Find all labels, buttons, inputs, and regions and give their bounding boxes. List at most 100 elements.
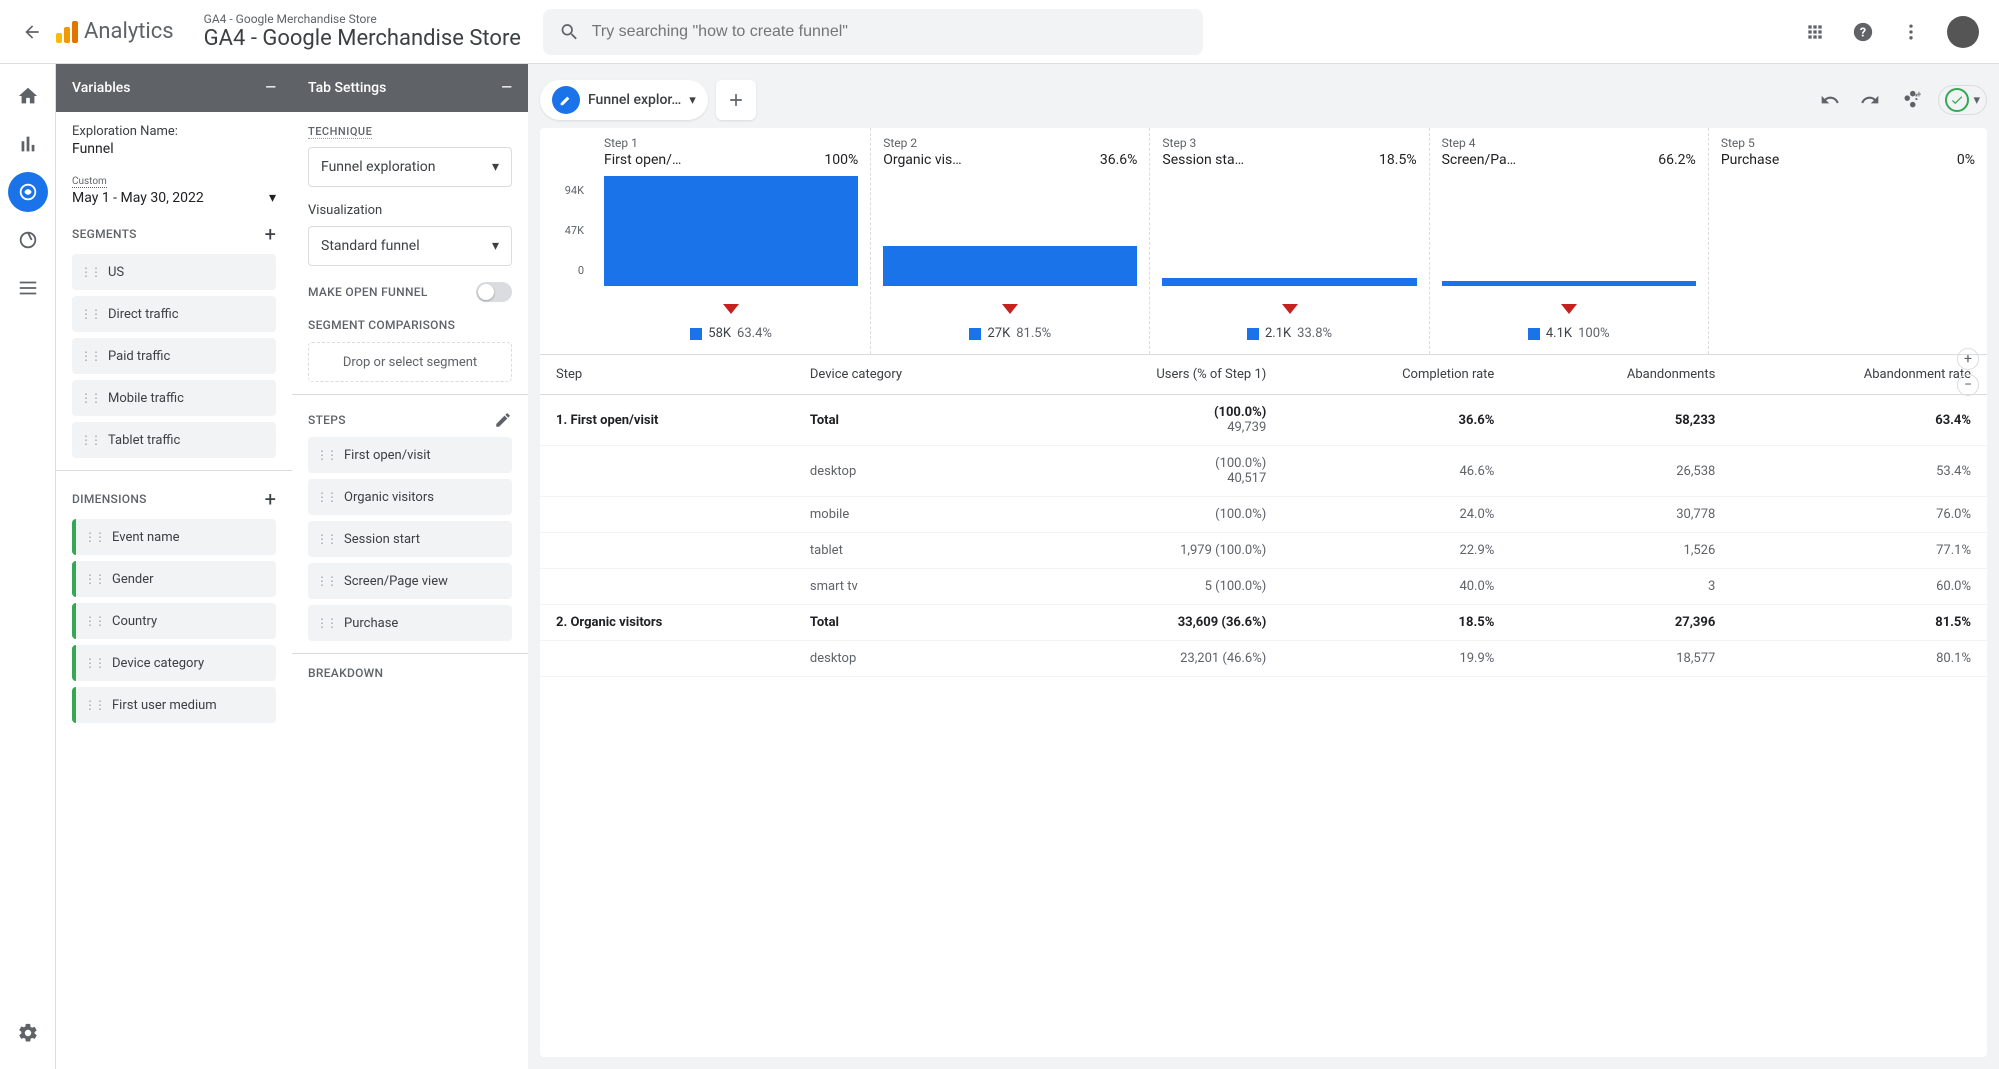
- chevron-down-icon: ▾: [492, 159, 499, 175]
- dimension-pill[interactable]: ⋮⋮Country: [72, 603, 276, 639]
- exploration-name-value[interactable]: Funnel: [72, 141, 276, 157]
- funnel-chart: 94K 47K 0 Step 1First open/…100%58K63.4%…: [540, 128, 1987, 355]
- cell-step: 1. First open/visit: [540, 395, 794, 446]
- collapse-variables-icon[interactable]: —: [265, 80, 276, 96]
- drag-handle-icon: ⋮⋮: [316, 574, 336, 588]
- step-name: Organic vis…: [883, 152, 961, 168]
- nav-explore[interactable]: [8, 172, 48, 212]
- drag-handle-icon: ⋮⋮: [80, 391, 100, 405]
- segment-pill[interactable]: ⋮⋮Paid traffic: [72, 338, 276, 374]
- nav-advertising[interactable]: [8, 220, 48, 260]
- drop-pct: 33.8%: [1297, 326, 1332, 341]
- drop-arrow-icon: [604, 292, 858, 320]
- series-color-icon: [1247, 328, 1259, 340]
- table-row: mobile(100.0%)24.0%30,77876.0%: [540, 497, 1987, 533]
- drop-arrow-icon: [1162, 292, 1416, 320]
- segment-dropzone[interactable]: Drop or select segment: [308, 342, 512, 382]
- drag-handle-icon: ⋮⋮: [80, 307, 100, 321]
- y-axis: 94K 47K 0: [540, 128, 592, 354]
- step-pill[interactable]: ⋮⋮Organic visitors: [308, 479, 512, 515]
- cell-abandonments: 3: [1510, 569, 1731, 605]
- dimension-pill[interactable]: ⋮⋮Gender: [72, 561, 276, 597]
- dimension-pill[interactable]: ⋮⋮Event name: [72, 519, 276, 555]
- cell-category: Total: [794, 605, 1022, 641]
- drop-count: 2.1K: [1265, 326, 1291, 341]
- apps-icon[interactable]: [1803, 20, 1827, 44]
- visualization-label: Visualization: [308, 203, 512, 218]
- add-segment-button[interactable]: +: [265, 222, 276, 246]
- more-menu-icon[interactable]: [1899, 20, 1923, 44]
- back-button[interactable]: [20, 20, 44, 44]
- property-name: GA4 - Google Merchandise Store: [204, 26, 521, 51]
- search-icon: [559, 21, 580, 43]
- drop-count: 58K: [708, 326, 731, 341]
- drop-pct: 81.5%: [1016, 326, 1051, 341]
- tab-dropdown-icon[interactable]: ▾: [689, 93, 696, 108]
- dimension-pill[interactable]: ⋮⋮Device category: [72, 645, 276, 681]
- table-row: tablet1,979 (100.0%)22.9%1,52677.1%: [540, 533, 1987, 569]
- redo-button[interactable]: [1858, 88, 1882, 112]
- step-label: Organic visitors: [344, 490, 434, 505]
- share-button[interactable]: +: [1898, 88, 1922, 112]
- funnel-step-column: Step 3Session sta…18.5%2.1K33.8%: [1149, 128, 1428, 354]
- search-box[interactable]: [543, 9, 1203, 55]
- collapse-tab-settings-icon[interactable]: —: [501, 80, 512, 96]
- help-icon[interactable]: ?: [1851, 20, 1875, 44]
- cell-abandonment-rate: 81.5%: [1731, 605, 1987, 641]
- segment-pill[interactable]: ⋮⋮Tablet traffic: [72, 422, 276, 458]
- nav-configure[interactable]: [8, 268, 48, 308]
- visualization-select[interactable]: Standard funnel ▾: [308, 226, 512, 266]
- cell-users: (100.0%)40,517: [1022, 446, 1283, 497]
- cell-category: desktop: [794, 641, 1022, 677]
- property-selector[interactable]: GA4 - Google Merchandise Store GA4 - Goo…: [204, 12, 521, 51]
- cell-abandonments: 18,577: [1510, 641, 1731, 677]
- undo-button[interactable]: [1818, 88, 1842, 112]
- edit-steps-icon[interactable]: [494, 411, 512, 429]
- cell-abandonments: 58,233: [1510, 395, 1731, 446]
- cell-abandonments: 26,538: [1510, 446, 1731, 497]
- table-header: Abandonment rate: [1731, 355, 1987, 395]
- funnel-bar: [883, 246, 1137, 286]
- table-row: smart tv5 (100.0%)40.0%360.0%: [540, 569, 1987, 605]
- dimension-pill[interactable]: ⋮⋮First user medium: [72, 687, 276, 723]
- zoom-in-button[interactable]: +: [1957, 348, 1979, 370]
- add-dimension-button[interactable]: +: [265, 487, 276, 511]
- tab-settings-header: Tab Settings —: [292, 64, 528, 112]
- funnel-step-column: Step 5Purchase0%: [1708, 128, 1987, 354]
- cell-category: tablet: [794, 533, 1022, 569]
- technique-value: Funnel exploration: [321, 159, 435, 175]
- open-funnel-toggle[interactable]: [476, 282, 512, 302]
- drag-handle-icon: ⋮⋮: [80, 433, 100, 447]
- step-pill[interactable]: ⋮⋮Session start: [308, 521, 512, 557]
- step-pill[interactable]: ⋮⋮Purchase: [308, 605, 512, 641]
- cell-category: mobile: [794, 497, 1022, 533]
- cell-abandonment-rate: 63.4%: [1731, 395, 1987, 446]
- date-range-selector[interactable]: May 1 - May 30, 2022 ▾: [72, 190, 276, 206]
- add-tab-button[interactable]: [716, 80, 756, 120]
- drop-pct: 63.4%: [737, 326, 772, 341]
- nav-home[interactable]: [8, 76, 48, 116]
- search-input[interactable]: [592, 23, 1187, 41]
- step-number: Step 4: [1442, 136, 1476, 150]
- segments-label: SEGMENTS: [72, 227, 137, 241]
- segment-pill[interactable]: ⋮⋮US: [72, 254, 276, 290]
- segment-pill[interactable]: ⋮⋮Direct traffic: [72, 296, 276, 332]
- nav-reports[interactable]: [8, 124, 48, 164]
- zoom-out-button[interactable]: −: [1957, 374, 1979, 396]
- svg-text:+: +: [1917, 90, 1922, 100]
- step-name: First open/…: [604, 152, 681, 168]
- technique-select[interactable]: Funnel exploration ▾: [308, 147, 512, 187]
- segment-pill[interactable]: ⋮⋮Mobile traffic: [72, 380, 276, 416]
- analytics-logo[interactable]: Analytics: [56, 19, 174, 44]
- technique-label: TECHNIQUE: [308, 125, 372, 139]
- step-pill[interactable]: ⋮⋮Screen/Page view: [308, 563, 512, 599]
- analytics-logo-icon: [56, 21, 78, 43]
- step-pill[interactable]: ⋮⋮First open/visit: [308, 437, 512, 473]
- dimension-label: First user medium: [112, 698, 217, 713]
- avatar[interactable]: [1947, 16, 1979, 48]
- exploration-tab[interactable]: Funnel explor… ▾: [540, 80, 708, 120]
- cell-step: [540, 641, 794, 677]
- visualization-value: Standard funnel: [321, 238, 420, 254]
- status-dropdown-icon[interactable]: ▾: [1973, 93, 1980, 108]
- nav-admin[interactable]: [8, 1013, 48, 1053]
